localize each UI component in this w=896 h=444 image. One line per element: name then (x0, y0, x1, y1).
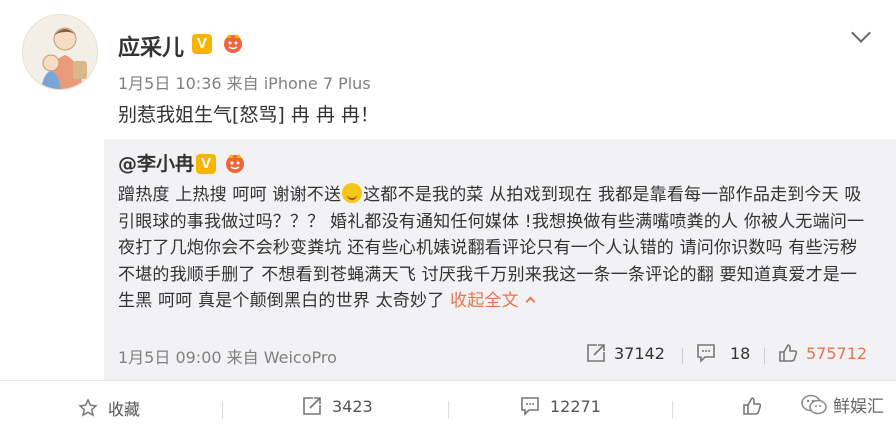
quoted-comment-button[interactable]: 18 (696, 343, 750, 363)
comment-icon (521, 397, 539, 416)
verified-badge-icon: V (196, 154, 216, 174)
comment-button[interactable]: 12271 (520, 396, 601, 416)
quoted-post[interactable]: @李小冉 V 蹭热度 上热搜 呵呵 谢谢不送 这都不是我的菜 从拍戏到现在 我都是… (104, 139, 896, 380)
quoted-repost-count: 37142 (614, 343, 665, 363)
watermark-text: 鲜娱汇 (833, 397, 884, 417)
quoted-comment-count: 18 (730, 343, 751, 363)
divider (672, 401, 673, 419)
divider (448, 401, 449, 419)
member-badge-icon (226, 154, 244, 173)
divider (764, 348, 765, 364)
chevron-up-icon (525, 296, 536, 307)
collapse-link[interactable]: 收起全文 (450, 291, 536, 311)
avatar[interactable] (22, 14, 98, 90)
thumbs-up-icon (779, 344, 798, 362)
comment-icon (697, 344, 715, 363)
quoted-author[interactable]: @李小冉 (118, 149, 194, 176)
thumbs-up-icon (743, 397, 762, 415)
star-icon (78, 398, 98, 417)
quoted-meta: 1月5日 09:00 来自 WeicoPro (118, 348, 337, 367)
repost-count: 3423 (332, 396, 373, 416)
chevron-down-icon[interactable] (851, 23, 871, 43)
comment-count: 12271 (550, 396, 601, 416)
quoted-text-part1: 蹭热度 上热搜 呵呵 谢谢不送 (118, 185, 342, 205)
quoted-text: 蹭热度 上热搜 呵呵 谢谢不送 这都不是我的菜 从拍戏到现在 我都是靠看每一部作品… (118, 182, 870, 315)
quoted-like-button[interactable]: 575712 (778, 343, 867, 363)
divider (682, 348, 683, 364)
action-bar-divider (0, 380, 896, 381)
watermark: 鲜娱汇 (801, 392, 884, 417)
author-name[interactable]: 应采儿 (118, 30, 184, 62)
quoted-repost-button[interactable]: 37142 (586, 343, 665, 363)
repost-icon (303, 397, 321, 415)
repost-icon (587, 344, 605, 362)
quoted-like-count: 575712 (806, 343, 868, 363)
post-meta: 1月5日 10:36 来自 iPhone 7 Plus (118, 74, 371, 93)
post-text: 别惹我姐生气[怒骂] 冉 冉 冉！ (118, 104, 379, 126)
verified-badge-icon: V (192, 34, 212, 54)
like-button[interactable] (742, 396, 772, 416)
member-badge-icon (224, 34, 242, 53)
wechat-icon (801, 394, 827, 414)
favorite-button[interactable]: 收藏 (78, 396, 140, 420)
divider (222, 401, 223, 419)
smile-emoji-icon (342, 183, 363, 203)
repost-button[interactable]: 3423 (302, 396, 373, 416)
